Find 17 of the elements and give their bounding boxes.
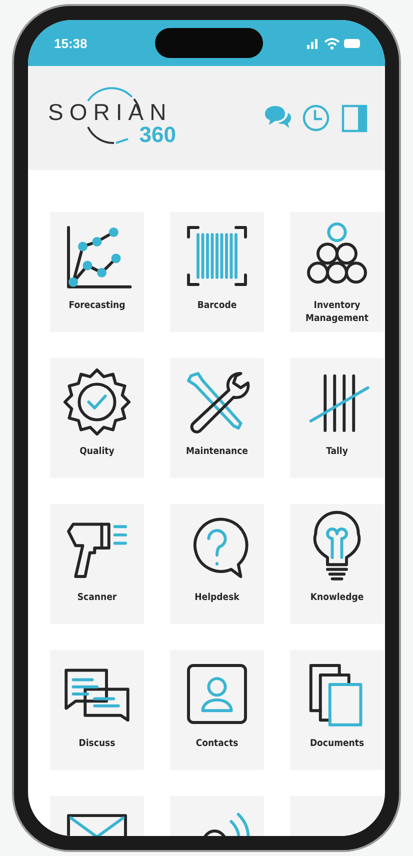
app-tile[interactable]: Quality [50,358,144,478]
app-tile[interactable]: Discuss [50,650,144,770]
side-panel-icon[interactable] [339,103,369,133]
app-tile[interactable]: Forecasting [50,212,144,332]
app-tile[interactable]: Maintenance [170,358,264,478]
app-tile[interactable]: Tally [290,358,384,478]
logo-number: 360 [139,124,176,146]
logo-wordmark: SORIAN [48,101,174,124]
app-tile[interactable]: Contacts [170,650,264,770]
app-tile[interactable]: Helpdesk [170,504,264,624]
app-tile[interactable]: Documents [290,650,384,770]
app-tile[interactable]: Knowledge [290,504,384,624]
clock-icon[interactable] [301,103,331,133]
app-tile[interactable]: Barcode [170,212,264,332]
app-tile[interactable]: Scanner [50,504,144,624]
app-tile[interactable]: Inventory Management [290,212,384,332]
status-time: 15:38 [54,36,88,50]
